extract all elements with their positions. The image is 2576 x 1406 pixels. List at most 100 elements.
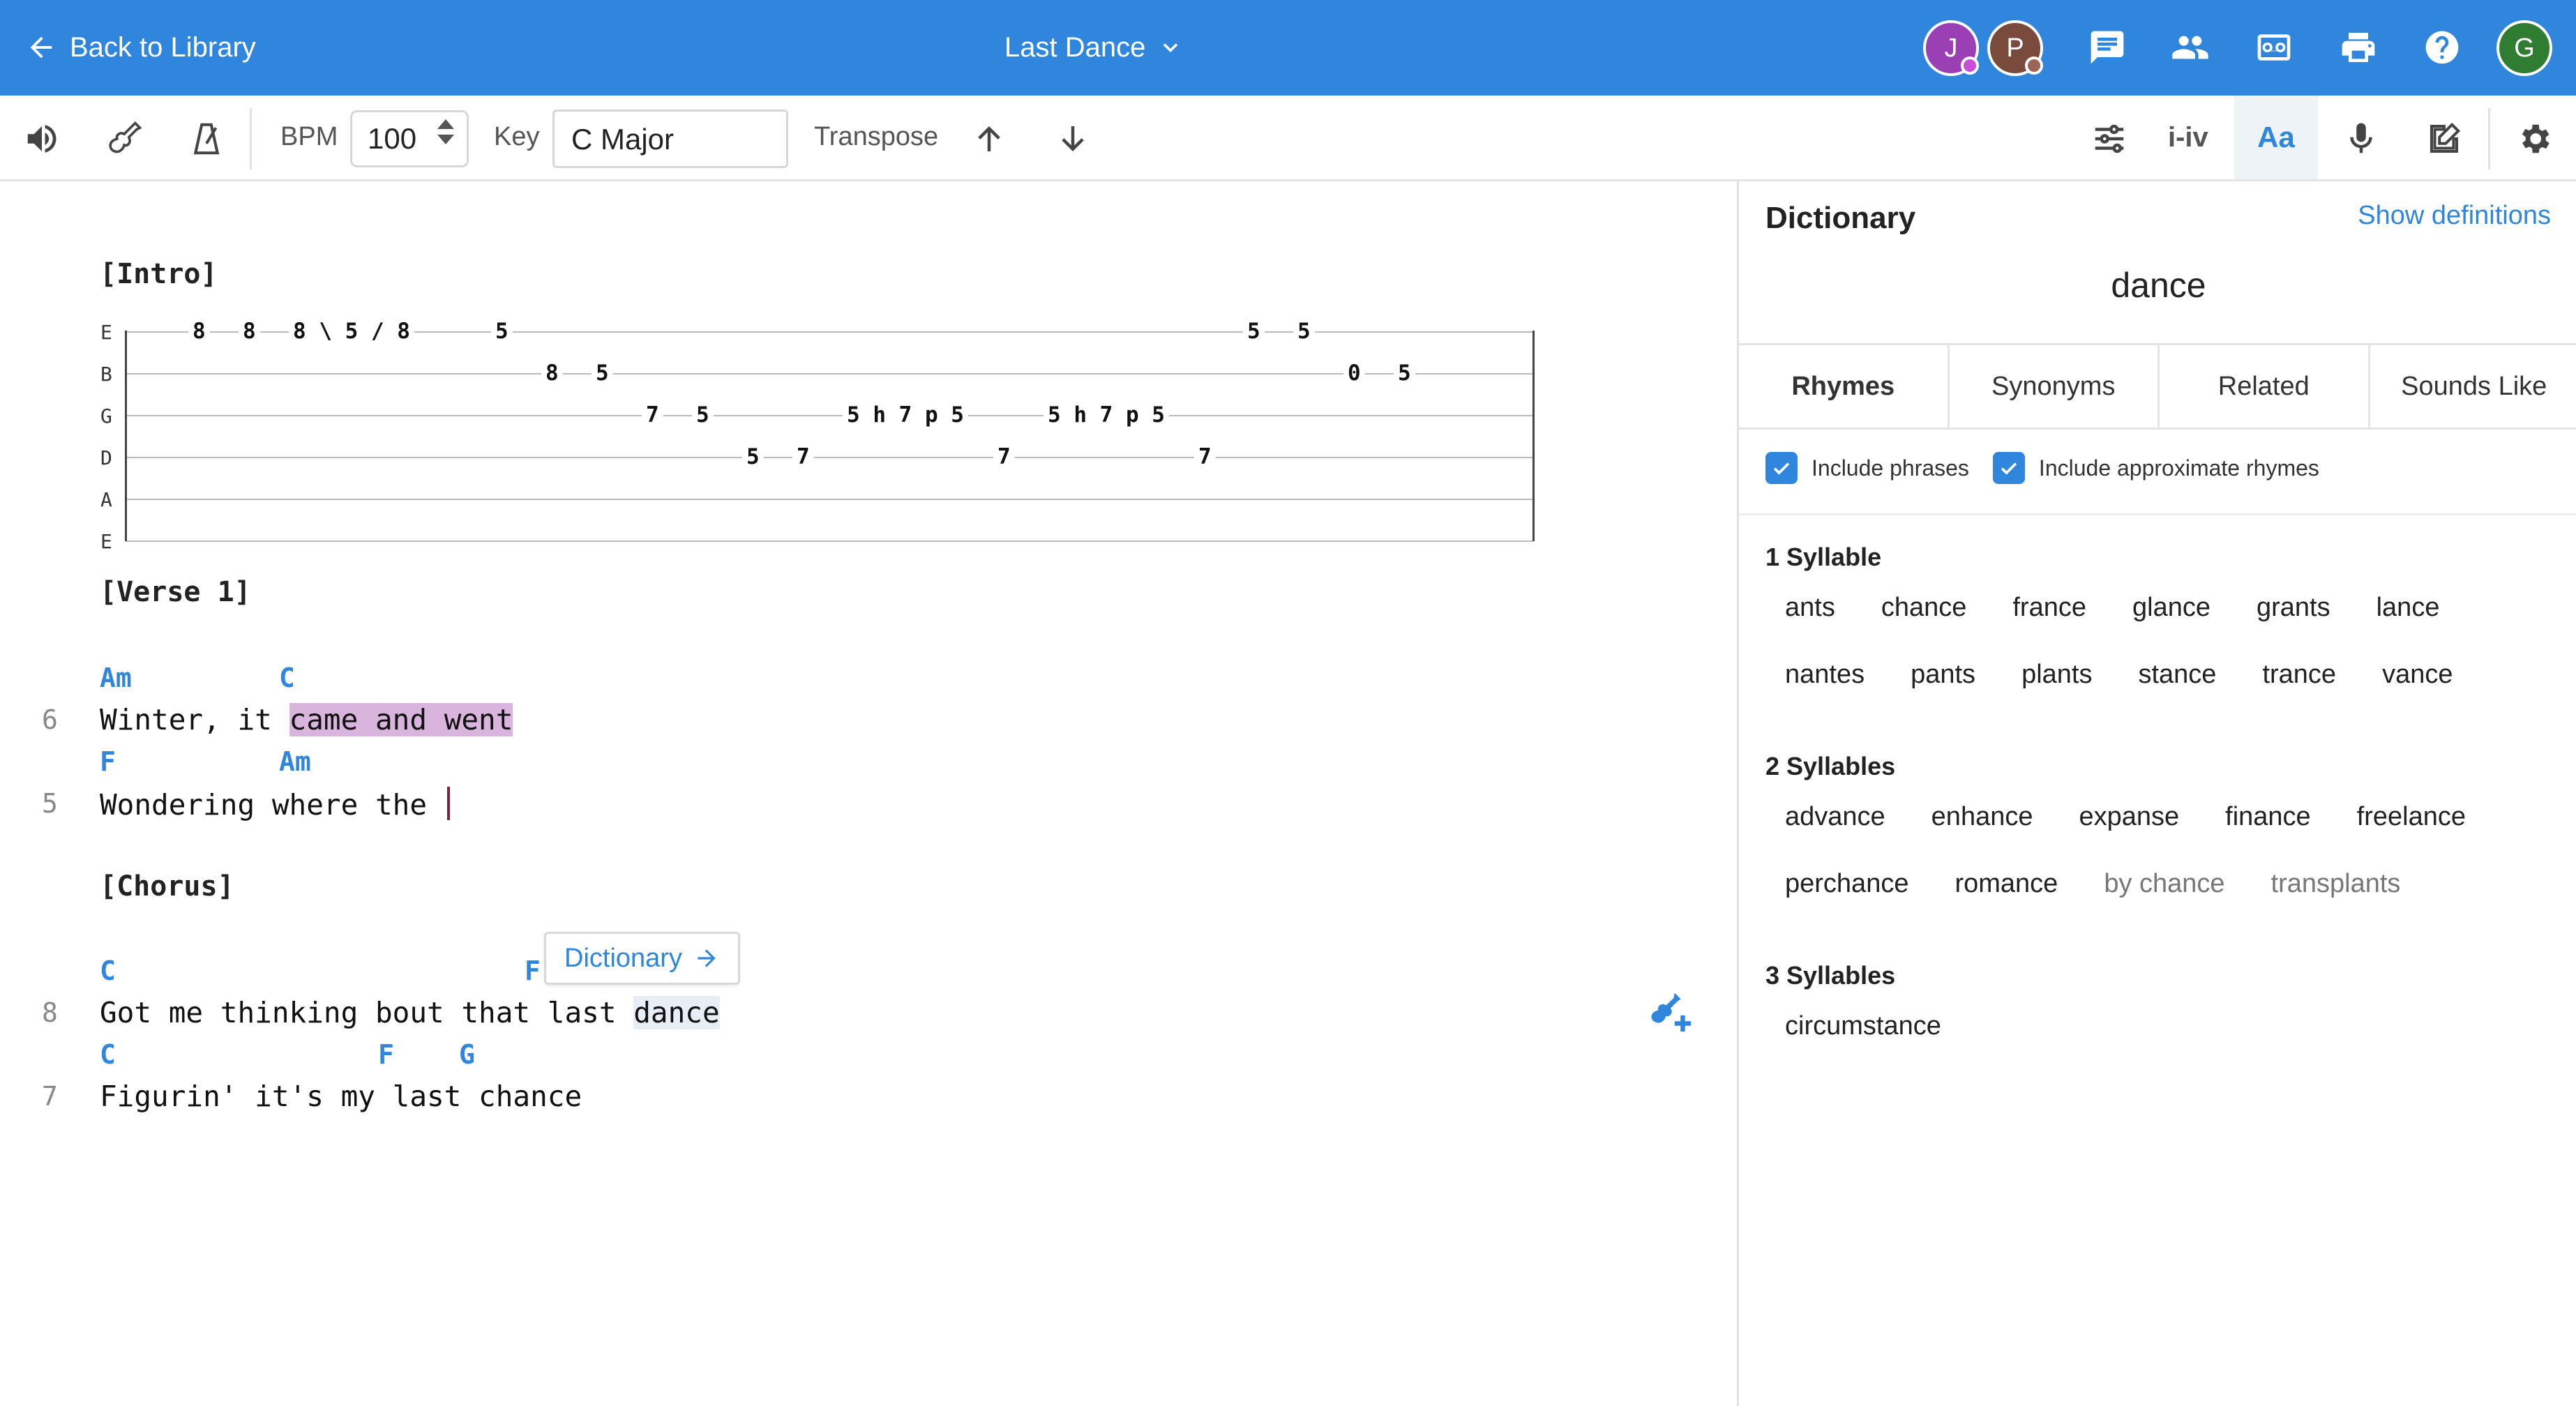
syllable-group-heading: 2 Syllables (1765, 752, 1896, 780)
rhyme-word[interactable]: romance (1935, 862, 2077, 906)
line-syllable-count: 7 (42, 1081, 58, 1112)
lyric-line[interactable]: Figurin' it's my last chance (100, 1080, 582, 1113)
presence-dot (2025, 56, 2043, 75)
rhyme-word[interactable]: perchance (1765, 862, 1928, 906)
chord-label[interactable]: F (525, 955, 541, 986)
rhyme-word[interactable]: trance (2243, 653, 2356, 697)
chord-label[interactable]: F (100, 746, 116, 777)
rhyme-word-row: circumstance (1765, 1004, 1961, 1048)
tab-bar-end (1532, 331, 1535, 541)
collaborator-avatar-j[interactable]: J (1923, 20, 1979, 76)
rhyme-word[interactable]: grants (2237, 586, 2350, 630)
include-approx-rhymes-label: Include approximate rhymes (2038, 455, 2319, 481)
tab-rhymes[interactable]: Rhymes (1739, 345, 1948, 428)
transpose-up-icon[interactable] (967, 116, 1011, 161)
collaborator-avatar-p[interactable]: P (1987, 20, 2043, 76)
rhyme-word[interactable]: expanse (2059, 795, 2199, 839)
chord-label[interactable]: G (459, 1039, 475, 1070)
chord-label[interactable]: C (279, 663, 295, 693)
font-tool-button[interactable]: Aa (2234, 96, 2318, 179)
line-syllable-count: 8 (42, 997, 58, 1028)
lyric-line[interactable]: Got me thinking bout that last dance (100, 996, 720, 1029)
transpose-label: Transpose (814, 122, 939, 151)
tab-synonyms[interactable]: Synonyms (1947, 345, 2158, 428)
tab-sounds-like[interactable]: Sounds Like (2367, 345, 2576, 428)
bpm-increment[interactable] (437, 119, 454, 129)
rhyme-word[interactable]: stance (2118, 653, 2236, 697)
lyric-line[interactable]: Wondering where the (100, 787, 450, 822)
chord-numerals-toggle[interactable]: i-iv (2168, 122, 2208, 153)
arrow-right-icon (698, 949, 716, 967)
key-input[interactable]: C Major (552, 109, 788, 168)
transpose-down-icon[interactable] (1050, 116, 1095, 161)
rhyme-word[interactable]: advance (1765, 795, 1905, 839)
rhyme-word[interactable]: pants (1891, 653, 1995, 697)
add-chord-guitar-icon[interactable] (1646, 987, 1695, 1036)
show-definitions-link[interactable]: Show definitions (2358, 201, 2551, 231)
rhyme-word[interactable]: glance (2113, 586, 2230, 630)
rhyme-word[interactable]: finance (2206, 795, 2330, 839)
dictionary-lookup-word[interactable]: dance (633, 996, 720, 1029)
guitar-tab[interactable]: E B G D A E 8 8 8 \ 5 / 8 5 5 5 8 5 0 5 … (98, 319, 1535, 553)
chord-label[interactable]: Am (100, 663, 132, 693)
rhyme-word-approximate[interactable]: transplants (2252, 862, 2420, 906)
tab-fret: 5 (1243, 319, 1265, 344)
editor-toolbar: BPM 100 Key C Major Transpose i-iv Aa (0, 96, 2576, 181)
rhyme-word[interactable]: enhance (1912, 795, 2053, 839)
tab-string-line (126, 541, 1533, 542)
rhyme-phrase[interactable]: by chance (2084, 862, 2244, 906)
microphone-icon[interactable] (2339, 116, 2383, 161)
edit-notes-icon[interactable] (2422, 116, 2466, 161)
dictionary-panel: Dictionary Show definitions dance Rhymes… (1737, 181, 2576, 1406)
guitar-icon[interactable] (102, 116, 146, 161)
tab-string-line (126, 499, 1533, 500)
rhyme-word[interactable]: vance (2363, 653, 2472, 697)
dictionary-popup-button[interactable]: Dictionary (544, 932, 740, 985)
bpm-input[interactable]: 100 (350, 110, 469, 167)
gear-icon[interactable] (2512, 116, 2556, 161)
selected-text[interactable]: came and went (289, 703, 513, 736)
rhyme-word[interactable]: lance (2357, 586, 2460, 630)
tab-string-label: E (100, 530, 112, 553)
section-tag-verse-1: [Verse 1] (100, 576, 251, 608)
tab-fret: 5 h 7 p 5 (1044, 402, 1169, 428)
rhyme-word[interactable]: ants (1765, 586, 1855, 630)
chord-label[interactable]: C (100, 1039, 116, 1070)
chevron-down-icon (1163, 43, 1178, 53)
check-icon (2001, 462, 2017, 475)
rhyme-word[interactable]: chance (1862, 586, 1987, 630)
bpm-decrement[interactable] (437, 135, 454, 144)
song-editor[interactable]: [Intro] E B G D A E 8 8 8 \ 5 / 8 5 5 5 … (0, 181, 1737, 1406)
help-icon[interactable] (2421, 27, 2463, 68)
comments-icon[interactable] (2086, 27, 2128, 68)
back-to-library-link[interactable]: Back to Library (25, 28, 256, 67)
lyric-line[interactable]: Winter, it came and went (100, 703, 513, 736)
tab-related[interactable]: Related (2157, 345, 2368, 428)
song-title-dropdown[interactable]: Last Dance (1004, 28, 1183, 67)
dictionary-popup-label: Dictionary (564, 943, 682, 973)
tab-bar-start (125, 331, 127, 541)
tab-fret: 7 (1194, 444, 1216, 469)
print-icon[interactable] (2337, 27, 2379, 68)
tab-fret: 0 (1343, 361, 1365, 386)
chord-label[interactable]: F (378, 1039, 394, 1070)
collaborators-icon[interactable] (2169, 27, 2211, 68)
current-user-avatar[interactable]: G (2496, 20, 2552, 76)
chord-label[interactable]: Am (279, 746, 311, 777)
tab-fret: 7 (642, 402, 663, 428)
rhyme-word[interactable]: plants (2002, 653, 2111, 697)
syllable-group-heading: 3 Syllables (1765, 961, 1896, 990)
settings-sliders-icon[interactable] (2087, 116, 2132, 161)
metronome-icon[interactable] (184, 116, 229, 161)
chord-label[interactable]: C (100, 955, 116, 986)
volume-icon[interactable] (20, 116, 64, 161)
line-syllable-count: 5 (42, 788, 58, 819)
bpm-stepper[interactable] (437, 119, 454, 144)
include-approx-rhymes-checkbox[interactable] (1992, 452, 2025, 484)
rhyme-word[interactable]: circumstance (1765, 1004, 1961, 1048)
rhyme-word[interactable]: nantes (1765, 653, 1884, 697)
rhyme-word[interactable]: france (1993, 586, 2106, 630)
include-phrases-checkbox[interactable] (1765, 452, 1798, 484)
rhyme-word[interactable]: freelance (2337, 795, 2485, 839)
voicemail-icon[interactable] (2253, 27, 2295, 68)
